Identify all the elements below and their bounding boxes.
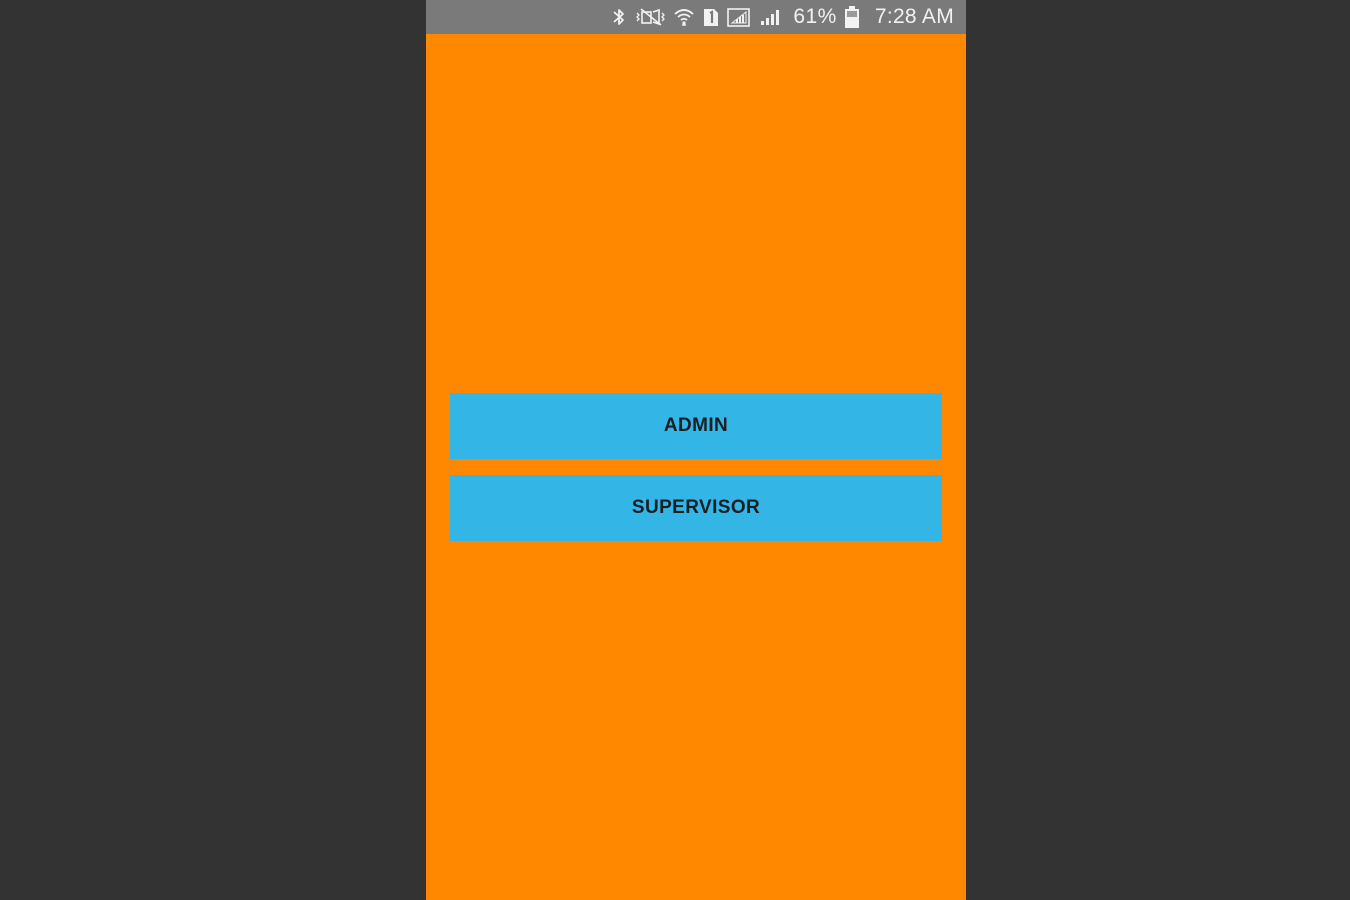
status-clock: 7:28 AM	[874, 5, 954, 28]
vibrate-mute-icon	[635, 6, 666, 28]
signal-icon	[759, 6, 781, 28]
supervisor-button[interactable]: SUPERVISOR	[450, 475, 942, 541]
bluetooth-icon	[611, 6, 627, 28]
battery-percent: 61%	[793, 5, 837, 28]
battery-icon	[844, 6, 859, 28]
sim-1-icon	[703, 6, 719, 28]
signal-outline-icon	[727, 6, 751, 28]
admin-button[interactable]: ADMIN	[450, 393, 942, 459]
phone-screen: 61% 7:28 AM ADMIN SUPERVISOR	[426, 0, 966, 900]
status-bar: 61% 7:28 AM	[426, 0, 966, 34]
wifi-icon	[673, 6, 695, 28]
